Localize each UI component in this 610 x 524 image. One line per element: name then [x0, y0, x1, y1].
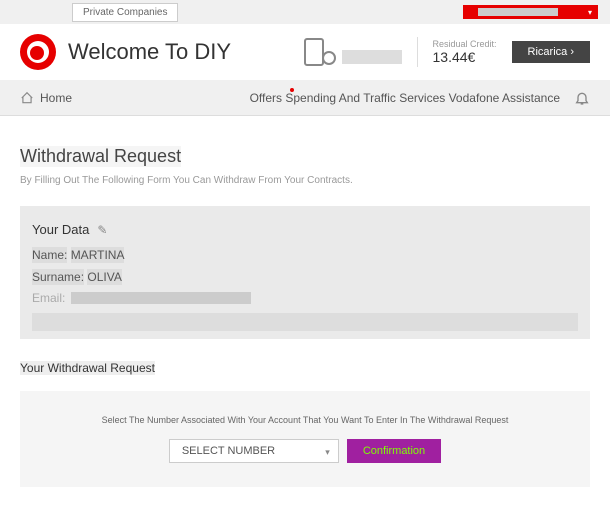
chevron-down-icon: ▾: [325, 447, 330, 458]
nav-bar: Home Offers Spending And Traffic Service…: [0, 80, 610, 116]
email-value-masked: [71, 292, 251, 304]
surname-label: Surname:: [32, 269, 84, 285]
name-value: MARTINA: [71, 247, 125, 263]
notification-dot: [290, 88, 294, 92]
instruction-text: Select The Number Associated With Your A…: [40, 415, 570, 425]
surname-value: OLIVA: [87, 269, 121, 285]
page-subtitle: By Filling Out The Following Form You Ca…: [20, 175, 590, 186]
withdrawal-request-title: Your Withdrawal Request: [20, 361, 155, 375]
vodafone-logo: [20, 34, 56, 70]
data-footer-bar: [32, 313, 578, 331]
phone-icon: [304, 38, 324, 66]
credit-label: Residual Credit:: [433, 39, 497, 49]
confirmation-button[interactable]: Confirmation: [347, 439, 441, 463]
sim-icon: [322, 51, 336, 65]
recharge-button[interactable]: Ricarica ›: [512, 41, 590, 63]
name-label: Name:: [32, 247, 67, 263]
chevron-down-icon: ▾: [588, 8, 592, 17]
nav-links[interactable]: Offers Spending And Traffic Services Vod…: [250, 90, 590, 106]
credit-value: 13.44€: [433, 49, 497, 65]
credit-section: Residual Credit: 13.44€: [433, 39, 497, 65]
withdrawal-request-box: Select The Number Associated With Your A…: [20, 391, 590, 487]
home-icon: [20, 91, 34, 105]
account-dropdown[interactable]: ▾: [463, 5, 598, 19]
phone-number-masked: [342, 50, 402, 64]
header: Welcome To DIY Welcome Residual Credit: …: [0, 24, 610, 80]
top-bar: Private Companies ▾: [0, 0, 610, 24]
bell-icon[interactable]: [574, 90, 590, 106]
welcome-title: Welcome To DIY Welcome: [68, 39, 231, 65]
device-section: [304, 38, 402, 66]
select-number-dropdown[interactable]: SELECT NUMBER ▾: [169, 439, 339, 463]
edit-icon[interactable]: ✎: [97, 223, 107, 237]
your-data-section: Your Data ✎ Name: MARTINA Surname: OLIVA…: [20, 206, 590, 339]
your-data-header: Your Data: [32, 222, 89, 237]
email-label: Email:: [32, 291, 65, 305]
tab-private-companies[interactable]: Private Companies: [72, 3, 178, 22]
nav-home[interactable]: Home: [20, 91, 72, 105]
page-title: Withdrawal Request: [20, 146, 181, 167]
